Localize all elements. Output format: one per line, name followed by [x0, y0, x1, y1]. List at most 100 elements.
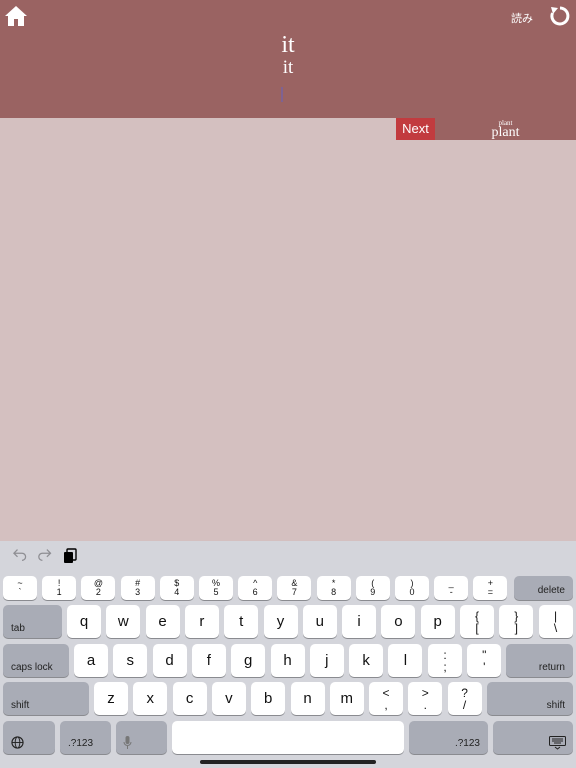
- number-key-3-bottom: 3: [135, 587, 141, 597]
- globe-icon: [11, 736, 24, 749]
- reading-button[interactable]: 読み: [511, 10, 533, 26]
- punct-key-0[interactable]: :;: [428, 644, 462, 677]
- number-key-8[interactable]: * 8: [316, 576, 351, 600]
- number-key-1-bottom: 1: [56, 587, 62, 597]
- numbers-label-right: .?123: [454, 738, 480, 749]
- number-key-6-bottom: 6: [252, 587, 258, 597]
- delete-label: delete: [537, 585, 565, 596]
- key-w[interactable]: w: [106, 605, 141, 638]
- symbol-key-1[interactable]: >.: [408, 682, 443, 715]
- number-key-6[interactable]: ^ 6: [238, 576, 273, 600]
- number-key-1[interactable]: ! 1: [42, 576, 77, 600]
- number-key-9-bottom: 9: [370, 587, 376, 597]
- key-q[interactable]: q: [67, 605, 101, 638]
- bracket-key-0[interactable]: {[: [460, 605, 494, 638]
- key-r[interactable]: r: [184, 605, 219, 638]
- bracket-key-0-bottom: [: [475, 621, 479, 635]
- tab-label: tab: [11, 623, 25, 634]
- number-key-5-bottom: 5: [213, 587, 219, 597]
- delete-key[interactable]: delete: [514, 576, 573, 600]
- reload-icon[interactable]: [549, 5, 571, 27]
- shift-left-label: shift: [11, 700, 30, 711]
- bracket-key-1-bottom: ]: [514, 621, 518, 635]
- number-key-3[interactable]: #3: [120, 576, 155, 600]
- keyboard-hide-icon: [549, 736, 566, 750]
- key-i[interactable]: i: [342, 605, 377, 638]
- key-y[interactable]: y: [263, 605, 298, 638]
- punct-key-0-bottom: ;: [443, 660, 447, 674]
- symbol-key-0[interactable]: <,: [369, 682, 403, 715]
- key-o[interactable]: o: [381, 605, 416, 638]
- globe-key[interactable]: [3, 721, 55, 754]
- number-key-5[interactable]: % 5: [199, 576, 233, 600]
- number-key-10[interactable]: ) 0: [395, 576, 429, 600]
- caps-lock-label: caps lock: [11, 662, 53, 673]
- home-icon[interactable]: [4, 5, 28, 27]
- return-key[interactable]: return: [506, 644, 573, 677]
- key-m[interactable]: m: [329, 682, 364, 715]
- symbol-key-0-bottom: ,: [384, 698, 388, 712]
- punct-key-1[interactable]: " ': [467, 644, 502, 677]
- microphone-icon: [123, 736, 132, 749]
- key-f[interactable]: f: [191, 644, 226, 677]
- key-u[interactable]: u: [302, 605, 337, 638]
- key-x[interactable]: x: [133, 682, 168, 715]
- number-key-8-bottom: 8: [331, 587, 337, 597]
- shift-right-key[interactable]: shift: [487, 682, 573, 715]
- number-key-9[interactable]: (9: [355, 576, 390, 600]
- key-d[interactable]: d: [152, 644, 187, 677]
- word-primary: it: [281, 32, 295, 58]
- shift-left-key[interactable]: shift: [3, 682, 89, 715]
- key-a[interactable]: a: [74, 644, 108, 677]
- key-z[interactable]: z: [94, 682, 128, 715]
- numbers-key-left[interactable]: .?123: [60, 721, 111, 754]
- key-v[interactable]: v: [211, 682, 246, 715]
- caps-lock-key[interactable]: caps lock: [3, 644, 69, 677]
- number-key-2-bottom: 2: [95, 587, 101, 597]
- number-key-11-bottom: -: [449, 587, 453, 597]
- number-key-2[interactable]: @2: [81, 576, 116, 600]
- bracket-key-2[interactable]: | \: [538, 605, 573, 638]
- key-g[interactable]: g: [231, 644, 266, 677]
- numbers-label-left: .?123: [68, 738, 94, 749]
- key-b[interactable]: b: [251, 682, 286, 715]
- key-l[interactable]: l: [388, 644, 423, 677]
- return-label: return: [538, 662, 565, 673]
- number-key-12[interactable]: + =: [473, 576, 508, 600]
- key-k[interactable]: k: [349, 644, 384, 677]
- key-t[interactable]: t: [224, 605, 259, 638]
- bracket-key-1[interactable]: }]: [499, 605, 534, 638]
- shift-right-label: shift: [546, 700, 565, 711]
- dictation-key[interactable]: [116, 721, 167, 754]
- number-key-7[interactable]: & 7: [277, 576, 312, 600]
- key-j[interactable]: j: [309, 644, 344, 677]
- key-n[interactable]: n: [290, 682, 325, 715]
- number-key-12-bottom: =: [487, 587, 494, 597]
- symbol-key-1-bottom: .: [423, 698, 427, 712]
- clipboard-icon[interactable]: [62, 548, 78, 564]
- key-h[interactable]: h: [270, 644, 305, 677]
- key-e[interactable]: e: [145, 605, 180, 638]
- number-key-0[interactable]: ~ `: [3, 576, 37, 600]
- word-secondary: it: [282, 57, 294, 78]
- space-key[interactable]: [172, 721, 404, 754]
- key-c[interactable]: c: [172, 682, 207, 715]
- tab-key[interactable]: tab: [3, 605, 62, 638]
- numbers-key-right[interactable]: .?123: [409, 721, 488, 754]
- upcoming-word: plant plant: [435, 118, 576, 140]
- upcoming-word-large: plant: [491, 125, 520, 140]
- number-key-0-bottom: `: [18, 587, 22, 597]
- next-button[interactable]: Next: [396, 118, 435, 140]
- symbol-key-2[interactable]: ? /: [447, 682, 482, 715]
- redo-icon[interactable]: [37, 548, 53, 564]
- key-p[interactable]: p: [420, 605, 455, 638]
- number-key-7-bottom: 7: [291, 587, 297, 597]
- undo-icon[interactable]: [12, 548, 28, 564]
- hide-keyboard-key[interactable]: [493, 721, 573, 754]
- text-caret: [281, 87, 283, 102]
- number-key-4[interactable]: $4: [159, 576, 194, 600]
- number-key-11[interactable]: _ -: [434, 576, 469, 600]
- number-key-10-bottom: 0: [409, 587, 415, 597]
- key-s[interactable]: s: [113, 644, 148, 677]
- number-key-4-bottom: 4: [174, 587, 180, 597]
